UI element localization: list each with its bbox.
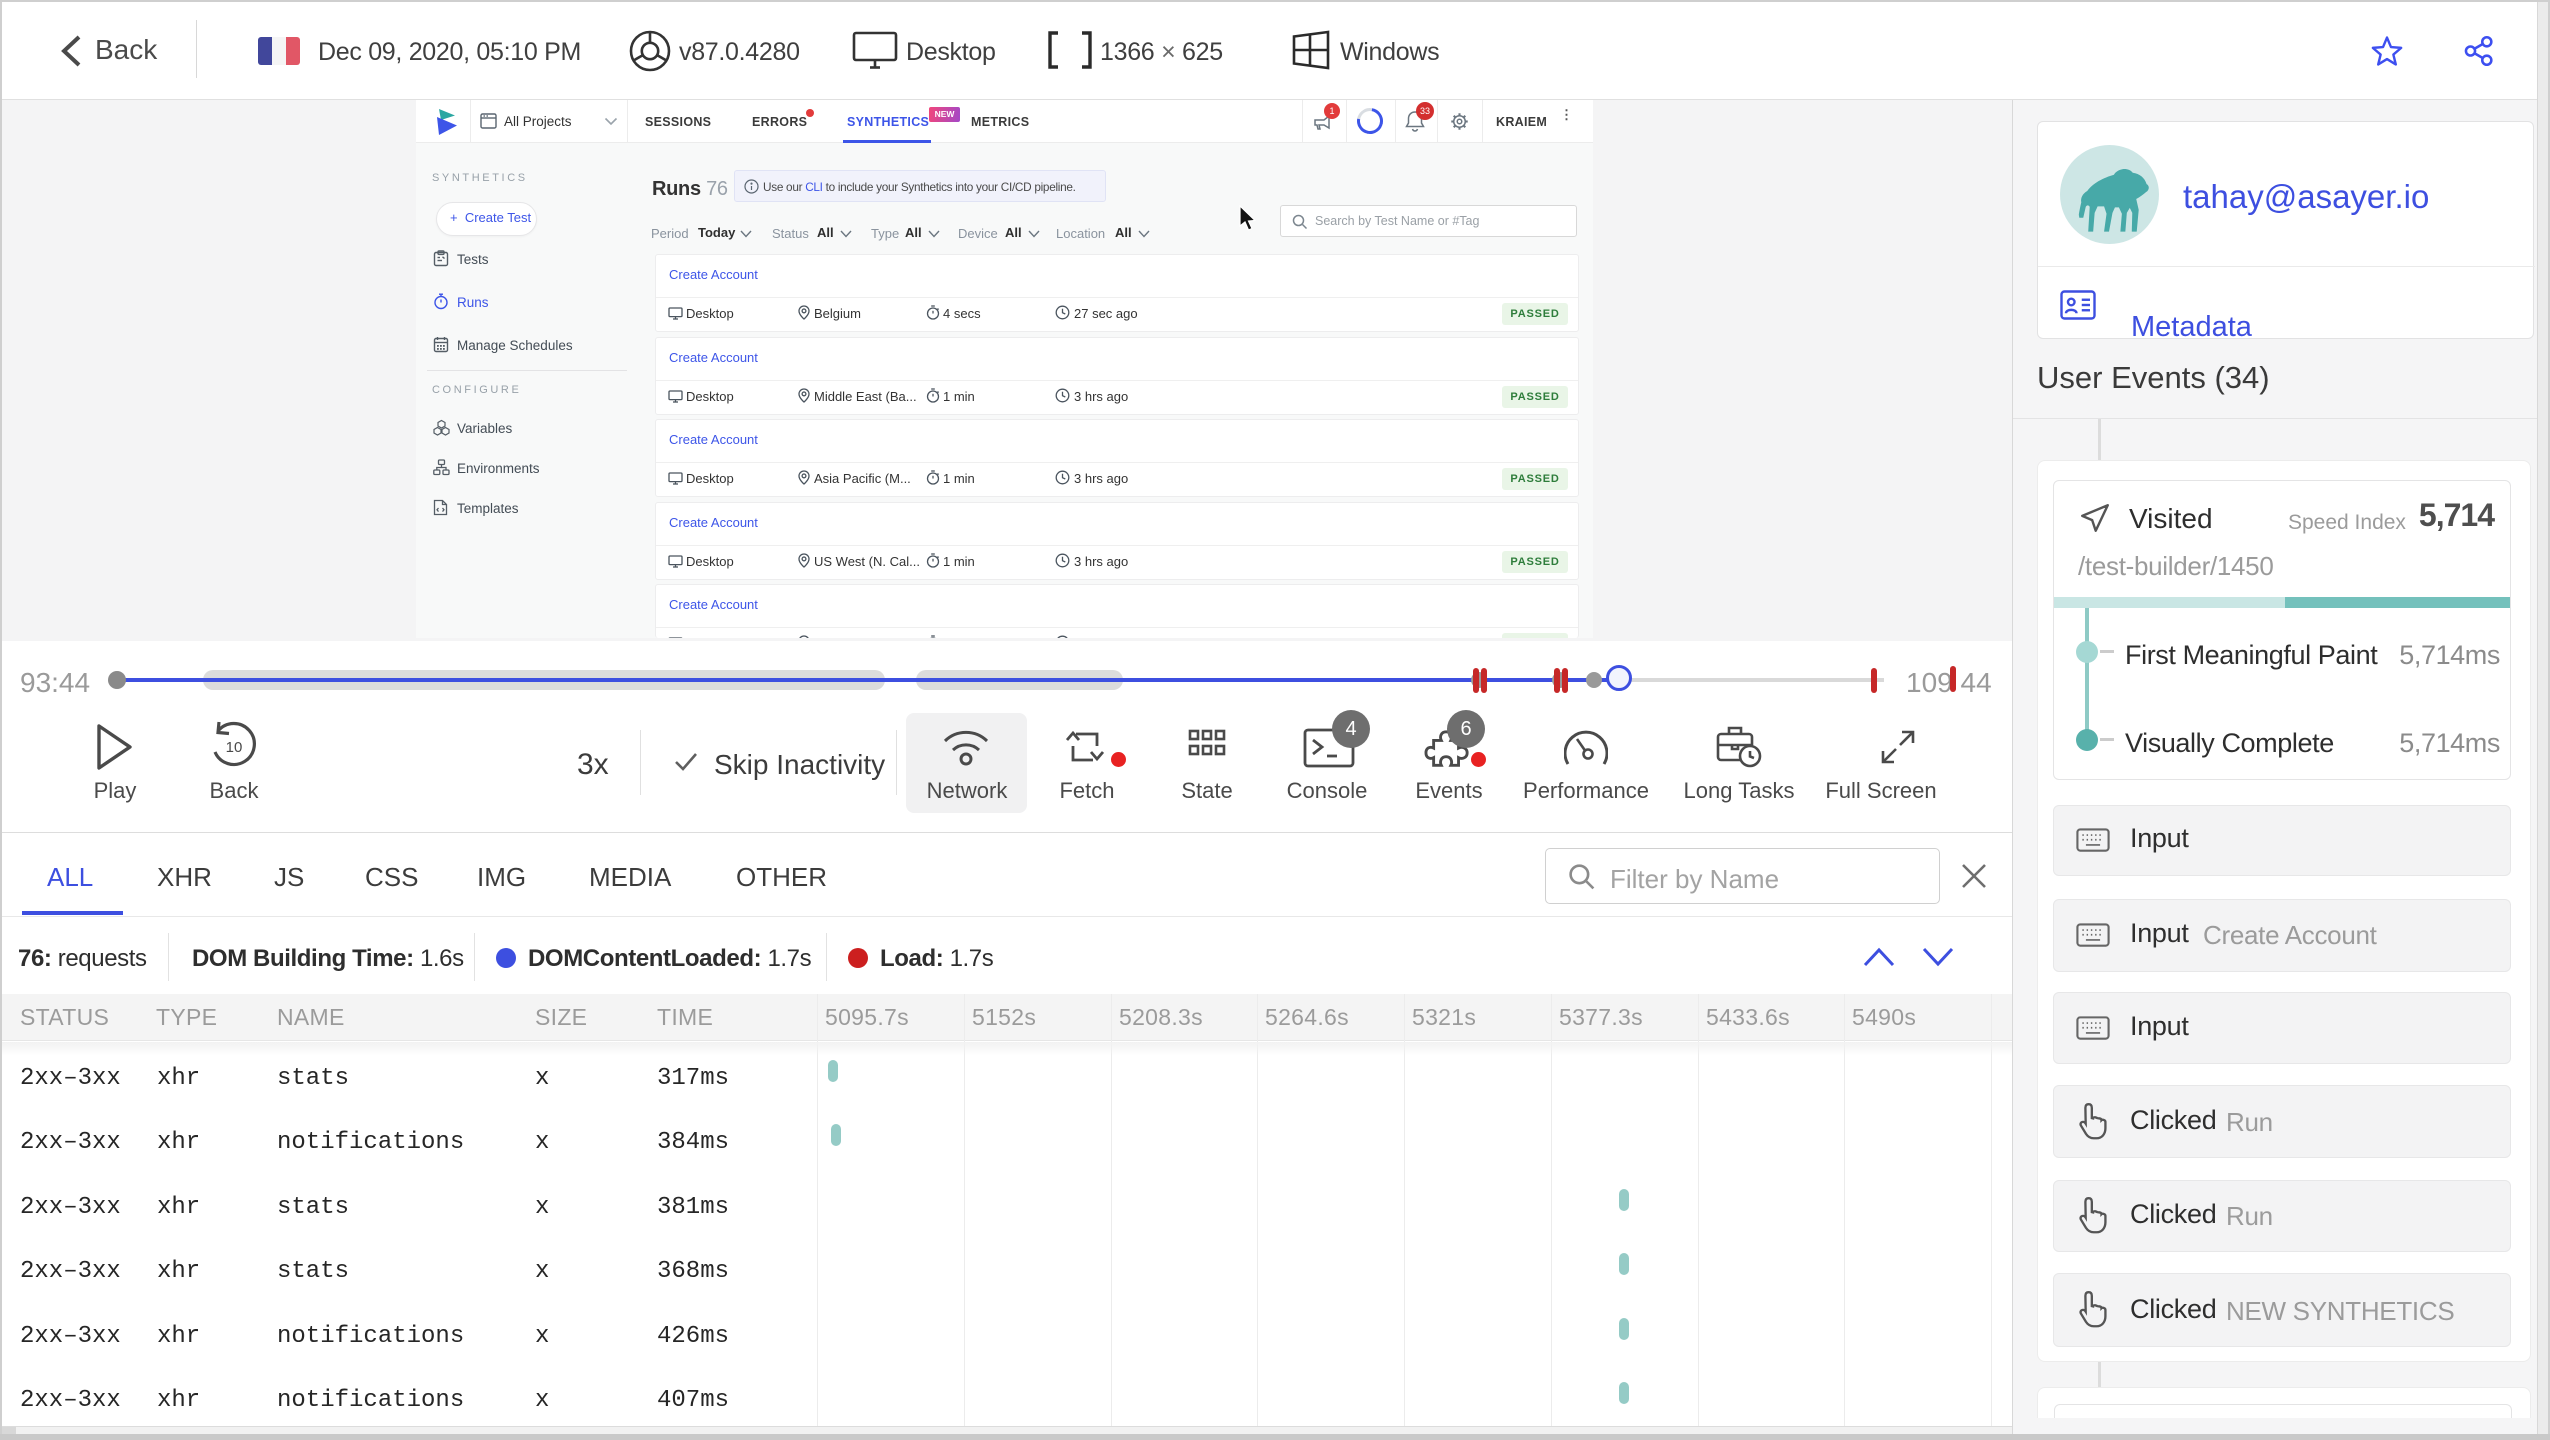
svg-text:10: 10 (226, 739, 243, 756)
